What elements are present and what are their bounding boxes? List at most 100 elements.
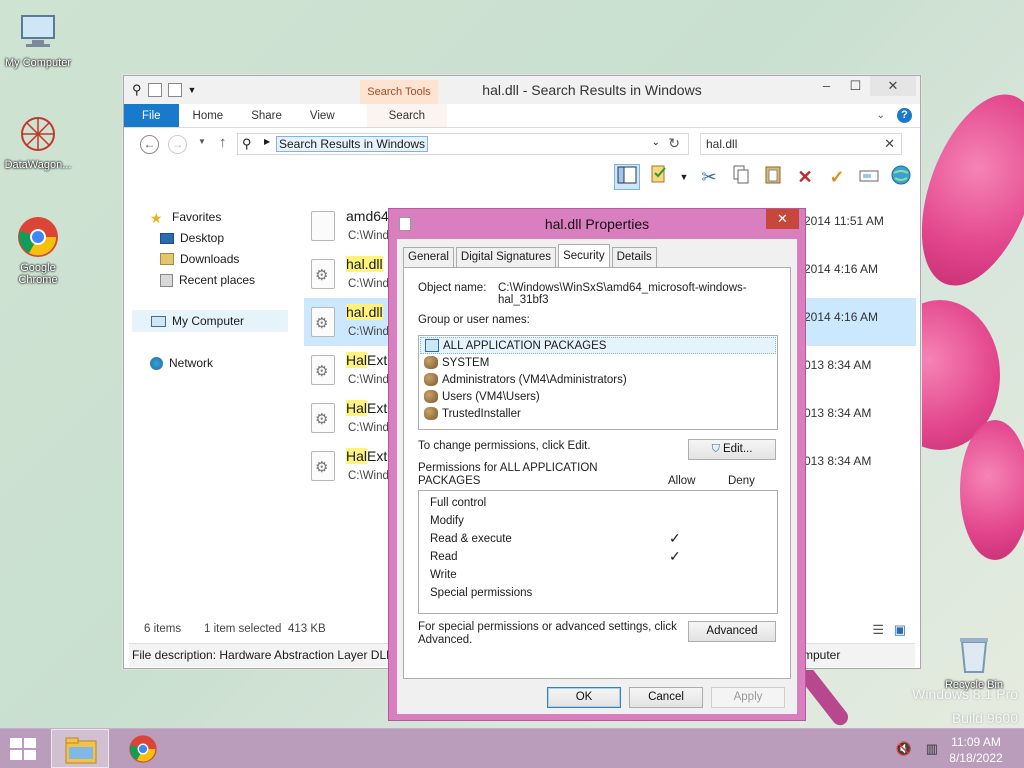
nav-recent-places[interactable]: Recent places	[160, 273, 255, 287]
start-button[interactable]	[10, 738, 36, 760]
tab-details[interactable]: Details	[611, 247, 657, 267]
folder-icon	[65, 737, 97, 764]
file-date: 013 8:34 AM	[804, 454, 872, 468]
file-name: hal.dll	[346, 256, 383, 272]
watermark-build: Build 9600	[951, 710, 1018, 726]
file-name: hal.dll	[346, 304, 383, 320]
dialog-body: General Digital Signatures Security Deta…	[397, 239, 797, 714]
change-permissions-text: To change permissions, click Edit.	[418, 440, 591, 452]
file-date: 013 8:34 AM	[804, 358, 872, 372]
nav-desktop[interactable]: Desktop	[160, 231, 224, 245]
tab-security[interactable]: Security	[558, 244, 610, 267]
desktop-icon-datawagon[interactable]: DataWagon...	[0, 112, 76, 171]
accept-icon[interactable]: ✓	[824, 164, 850, 190]
file-icon	[311, 211, 335, 241]
ribbon-right-controls: ⌄ ?	[877, 108, 912, 123]
list-item[interactable]: ALL APPLICATION PACKAGES	[420, 337, 776, 354]
list-item[interactable]: Administrators (VM4\Administrators)	[424, 371, 627, 388]
details-view-icon[interactable]: ☰	[872, 622, 884, 638]
network-icon	[150, 356, 163, 370]
explorer-titlebar: ⚲ ▼ Search Tools hal.dll - Search Result…	[124, 76, 920, 104]
status-selected: 1 item selected	[204, 623, 282, 635]
user-name: ALL APPLICATION PACKAGES	[443, 339, 607, 352]
back-button[interactable]: ←	[140, 135, 159, 154]
user-name: Administrators (VM4\Administrators)	[442, 373, 627, 386]
globe-icon[interactable]	[888, 164, 914, 190]
desktop-icon-google-chrome[interactable]: Google Chrome	[0, 215, 76, 286]
cut-icon[interactable]: ✂	[696, 164, 722, 190]
recent-locations-icon[interactable]: ▼	[198, 137, 206, 146]
group-names-label: Group or user names:	[418, 314, 530, 326]
properties-dialog: hal.dll Properties ✕ General Digital Sig…	[388, 208, 806, 721]
nav-label: Favorites	[172, 210, 222, 224]
list-item[interactable]: SYSTEM	[424, 354, 489, 371]
forward-button[interactable]: →	[168, 135, 187, 154]
permissions-list: Full control Modify Read & execute ✓ Rea…	[418, 490, 778, 614]
nav-network[interactable]: Network	[150, 356, 213, 370]
network-tray-icon[interactable]: ▥	[926, 741, 938, 757]
delete-icon[interactable]: ✕	[792, 164, 818, 190]
minimize-button[interactable]: –	[812, 76, 841, 96]
preview-pane-icon[interactable]	[614, 164, 640, 190]
toolbar-icons: ▼ ✂ ✕ ✓	[614, 164, 914, 190]
copy-icon[interactable]	[728, 164, 754, 190]
search-input[interactable]: hal.dll ✕	[700, 133, 902, 155]
chrome-icon	[129, 735, 157, 763]
dialog-close-button[interactable]: ✕	[766, 209, 799, 229]
window-title: hal.dll - Search Results in Windows	[482, 82, 702, 98]
taskbar-chrome[interactable]	[114, 729, 172, 768]
paste-icon[interactable]	[760, 164, 786, 190]
caption-buttons: – ☐ ✕	[812, 76, 916, 96]
tab-general[interactable]: General	[403, 247, 454, 267]
maximize-button[interactable]: ☐	[841, 76, 870, 96]
dll-file-icon	[311, 307, 335, 337]
volume-muted-icon[interactable]: 🔇	[896, 741, 912, 757]
permission-row: Read & execute	[430, 533, 512, 545]
tab-file[interactable]: File	[124, 104, 179, 127]
address-dropdown-icon[interactable]: ⌄	[652, 137, 660, 148]
breadcrumb[interactable]: Search Results in Windows	[276, 136, 429, 152]
dialog-tabs: General Digital Signatures Security Deta…	[403, 244, 659, 267]
address-bar[interactable]: ⚲ ▶ Search Results in Windows ⌄ ↻	[237, 133, 689, 155]
watermark-edition: Windows 8.1 Pro	[912, 686, 1018, 702]
nav-downloads[interactable]: Downloads	[160, 252, 239, 266]
clock[interactable]: 11:09 AM 8/18/2022	[946, 734, 1006, 766]
group-icon	[424, 356, 438, 369]
nav-favorites[interactable]: ★ Favorites	[150, 210, 222, 226]
tab-digital-signatures[interactable]: Digital Signatures	[455, 247, 557, 267]
nav-my-computer[interactable]: My Computer	[132, 310, 288, 332]
list-item[interactable]: Users (VM4\Users)	[424, 388, 540, 405]
edit-button[interactable]: ⛉ Edit...	[688, 439, 776, 460]
desktop-icon-my-computer[interactable]: My Computer	[0, 10, 76, 69]
tab-view[interactable]: View	[296, 104, 349, 127]
file-name: amd64	[346, 208, 389, 224]
file-name: HalExt	[346, 352, 388, 368]
advanced-button[interactable]: Advanced	[688, 621, 776, 642]
list-item[interactable]: TrustedInstaller	[424, 405, 521, 422]
packages-icon	[425, 339, 439, 352]
tab-home[interactable]: Home	[179, 104, 238, 127]
taskbar-file-explorer[interactable]	[51, 729, 109, 768]
tab-search[interactable]: Search	[366, 104, 448, 127]
tab-share[interactable]: Share	[237, 104, 296, 127]
expand-ribbon-icon[interactable]: ⌄	[877, 110, 885, 121]
refresh-icon[interactable]: ↻	[668, 135, 680, 152]
up-button[interactable]: ↑	[219, 134, 227, 151]
cancel-button[interactable]: Cancel	[629, 687, 703, 708]
help-icon[interactable]: ?	[897, 108, 912, 123]
thumbnail-view-icon[interactable]: ▣	[894, 622, 906, 638]
desktop-icon-recycle-bin[interactable]: Recycle Bin	[936, 632, 1012, 691]
ribbon-tabs: File Home Share View Search ⌄ ?	[124, 104, 920, 128]
apply-button[interactable]: Apply	[711, 687, 785, 708]
view-dropdown-icon[interactable]: ▼	[678, 164, 690, 190]
user-name: Users (VM4\Users)	[442, 390, 540, 403]
rename-icon[interactable]	[856, 164, 882, 190]
allow-check-icon: ✓	[669, 530, 681, 546]
properties-toolbar-icon[interactable]	[646, 164, 672, 190]
clock-date: 8/18/2022	[949, 751, 1003, 765]
clear-search-icon[interactable]: ✕	[884, 136, 895, 152]
permissions-for-label-line2: PACKAGES	[418, 475, 481, 487]
close-button[interactable]: ✕	[870, 76, 916, 96]
permission-row: Special permissions	[430, 587, 533, 599]
ok-button[interactable]: OK	[547, 687, 621, 708]
